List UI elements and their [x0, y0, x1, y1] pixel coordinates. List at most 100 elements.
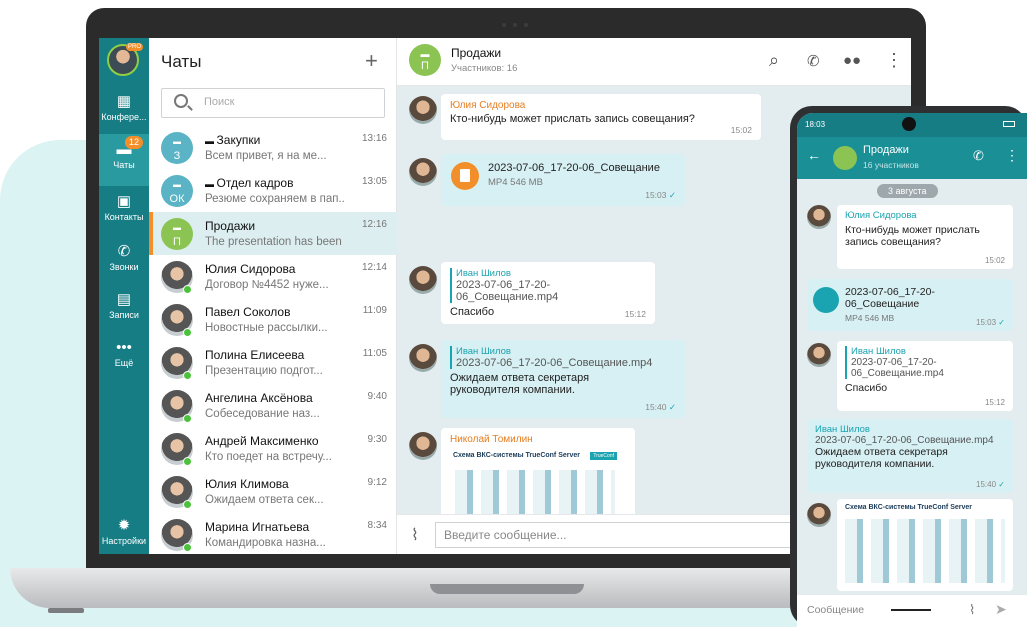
group-avatar: ▬ З — [161, 132, 193, 164]
message-bubble[interactable]: Иван Шилов 2023-07-06_17-20-06_Совещание… — [441, 262, 655, 324]
rail-label: Звонки — [109, 262, 139, 272]
rail-item-conference[interactable]: ▦ Конфере... — [99, 94, 149, 123]
phone-file-message[interactable]: 2023-07-06_17-20-06_Совещание MP4 546 MB… — [807, 279, 1013, 331]
phone-chat-title[interactable]: Продажи — [863, 144, 909, 156]
paperclip-icon[interactable]: ⌇ — [411, 525, 419, 545]
avatar[interactable] — [409, 158, 437, 186]
chat-list-row[interactable]: ▬ З ▬ Закупки Всем привет, я на ме... 13:16 — [149, 126, 397, 169]
message-author: Юлия Сидорова — [845, 210, 917, 221]
search-icon — [174, 94, 188, 108]
search-placeholder: Поиск — [204, 96, 235, 108]
chat-preview: Командировка назна... — [205, 537, 326, 549]
quote-author: Иван Шилов — [456, 346, 511, 357]
chat-list-row[interactable]: Юлия Климова Ожидаем ответа сек... 9:12 — [149, 470, 397, 513]
group-avatar: ▬ ОК — [161, 175, 193, 207]
chat-list-row[interactable]: Павел Соколов Новостные рассылки... 11:09 — [149, 298, 397, 341]
chat-name: Полина Елисеева — [205, 348, 305, 362]
back-arrow-icon[interactable]: ← — [807, 147, 821, 163]
message-input[interactable]: Введите сообщение... — [435, 522, 835, 548]
chat-preview: Всем привет, я на ме... — [205, 150, 327, 162]
file-message[interactable]: 2023-07-06_17-20-06_Совещание MP4 546 MB… — [441, 154, 685, 206]
send-icon[interactable]: ➤ — [995, 601, 1007, 618]
online-status-dot — [183, 371, 192, 380]
message-bubble[interactable]: Иван Шилов 2023-07-06_17-20-06_Совещание… — [441, 340, 685, 418]
chat-name: Марина Игнатьева — [205, 520, 310, 534]
calls-icon: ✆ — [117, 243, 131, 260]
avatar[interactable] — [409, 344, 437, 372]
reply-quote[interactable]: Иван Шилов 2023-07-06_17-20-06_Совещание… — [845, 346, 1005, 379]
more-vertical-icon[interactable]: ⋮ — [885, 50, 903, 71]
chat-preview: Новостные рассылки... — [205, 322, 328, 334]
more-vertical-icon[interactable]: ⋮ — [1005, 147, 1019, 164]
quote-author: Иван Шилов — [851, 346, 906, 357]
phone-icon[interactable]: ✆ — [807, 52, 820, 70]
phone-image-message[interactable]: Схема ВКС-системы TrueConf Server — [837, 499, 1013, 591]
chat-time: 12:14 — [361, 262, 387, 273]
search-input[interactable]: Поиск — [161, 88, 385, 118]
rail-item-records[interactable]: ▤ Записи — [99, 292, 149, 321]
phone-message-bubble[interactable]: Иван Шилов 2023-07-06_17-20-06_Совещание… — [837, 341, 1013, 411]
read-check-icon: ✓ — [668, 190, 676, 200]
phone-message-bubble[interactable]: Иван Шилов 2023-07-06_17-20-06_Совещание… — [807, 419, 1013, 493]
rail-item-settings[interactable]: ✹ Настройки — [99, 518, 149, 547]
phone-message-bubble[interactable]: Юлия Сидорова Кто-нибудь может прислать … — [837, 205, 1013, 269]
battery-icon — [1003, 121, 1015, 127]
file-icon — [813, 287, 839, 313]
rail-item-contacts[interactable]: ▣ Контакты — [99, 194, 149, 223]
paperclip-icon[interactable]: ⌇ — [969, 602, 975, 618]
avatar[interactable] — [807, 205, 831, 229]
new-chat-button[interactable]: + — [365, 48, 378, 74]
chat-avatar-initials: П — [421, 60, 429, 72]
chat-time: 9:30 — [367, 434, 387, 445]
rail-label: Записи — [109, 310, 139, 320]
time-value: 15:40 — [976, 480, 997, 489]
reply-quote[interactable]: Иван Шилов 2023-07-06_17-20-06_Совещание… — [450, 268, 646, 303]
file-icon — [451, 162, 479, 190]
search-icon[interactable]: ⌕ — [769, 50, 779, 71]
group-chat-icon: ▬ — [205, 179, 217, 189]
avatar[interactable] — [409, 96, 437, 124]
avatar-initials: П — [173, 236, 181, 248]
chat-list-row[interactable]: Полина Елисеева Презентацию подгот... 11:0… — [149, 341, 397, 384]
message-time: 15:03 ✓ — [976, 318, 1005, 327]
image-message[interactable]: Николай Томилин Схема ВКС-системы TrueCo… — [441, 428, 635, 548]
chat-subtitle: Участников: 16 — [451, 63, 518, 74]
group-icon: ▬ — [173, 180, 181, 189]
diagram-graphic — [845, 519, 1005, 583]
pro-badge: PRO — [126, 43, 144, 51]
chat-name-text: Отдел кадров — [216, 176, 294, 190]
chat-list-row[interactable]: ▬ ОК ▬ Отдел кадров Резюме сохраняем в пап.… — [149, 169, 397, 212]
participants-icon[interactable]: ●● — [843, 52, 861, 69]
avatar[interactable] — [409, 266, 437, 294]
phone-message-input[interactable]: Сообщение — [807, 604, 864, 616]
chat-list-row[interactable]: Ангелина Аксёнова Собеседование наз... 9:4… — [149, 384, 397, 427]
chat-avatar[interactable] — [833, 146, 857, 170]
reply-quote[interactable]: Иван Шилов 2023-07-06_17-20-06_Совещание… — [450, 346, 676, 369]
chat-avatar[interactable]: ▬ П — [409, 44, 441, 76]
chat-preview: Резюме сохраняем в пап... — [205, 193, 345, 205]
file-meta: MP4 546 MB — [488, 177, 543, 188]
message-time: 15:12 — [624, 309, 646, 319]
unread-badge: 12 — [125, 136, 144, 149]
chat-list-row[interactable]: ▬ П Продажи The presentation has been 12:16 — [149, 212, 397, 255]
rail-item-calls[interactable]: ✆ Звонки — [99, 243, 149, 273]
message-text: Ожидаем ответа секретаря руководителя ко… — [450, 372, 590, 396]
chat-list-row[interactable]: Андрей Максименко Кто поедет на встречу..… — [149, 427, 397, 470]
chat-preview: Кто поедет на встречу... — [205, 451, 332, 463]
chat-list-row[interactable]: Юлия Сидорова Договор №4452 нуже... 12:14 — [149, 255, 397, 298]
avatar[interactable] — [807, 503, 831, 527]
quote-text: 2023-07-06_17-20-06_Совещание.mp4 — [851, 357, 944, 379]
chat-name: Юлия Сидорова — [205, 262, 296, 276]
avatar[interactable] — [409, 432, 437, 460]
avatar[interactable] — [807, 343, 831, 367]
message-bubble[interactable]: Юлия Сидорова Кто-нибудь может прислать … — [441, 94, 761, 140]
rail-item-more[interactable]: ••• Ещё — [99, 340, 149, 369]
phone-screen: 18:03 ← Продажи 16 участников ✆ ⋮ 3 авгу… — [797, 113, 1027, 627]
phone-icon[interactable]: ✆ — [973, 148, 984, 164]
chat-name: ▬ Закупки — [205, 133, 355, 147]
read-check-icon: ✓ — [998, 318, 1005, 327]
chat-list-row[interactable]: Марина Игнатьева Командировка назна... 8:3… — [149, 513, 397, 554]
time-value: 15:03 — [645, 190, 667, 200]
chat-title[interactable]: Продажи — [451, 46, 501, 60]
chat-name-text: Продажи — [205, 219, 256, 233]
